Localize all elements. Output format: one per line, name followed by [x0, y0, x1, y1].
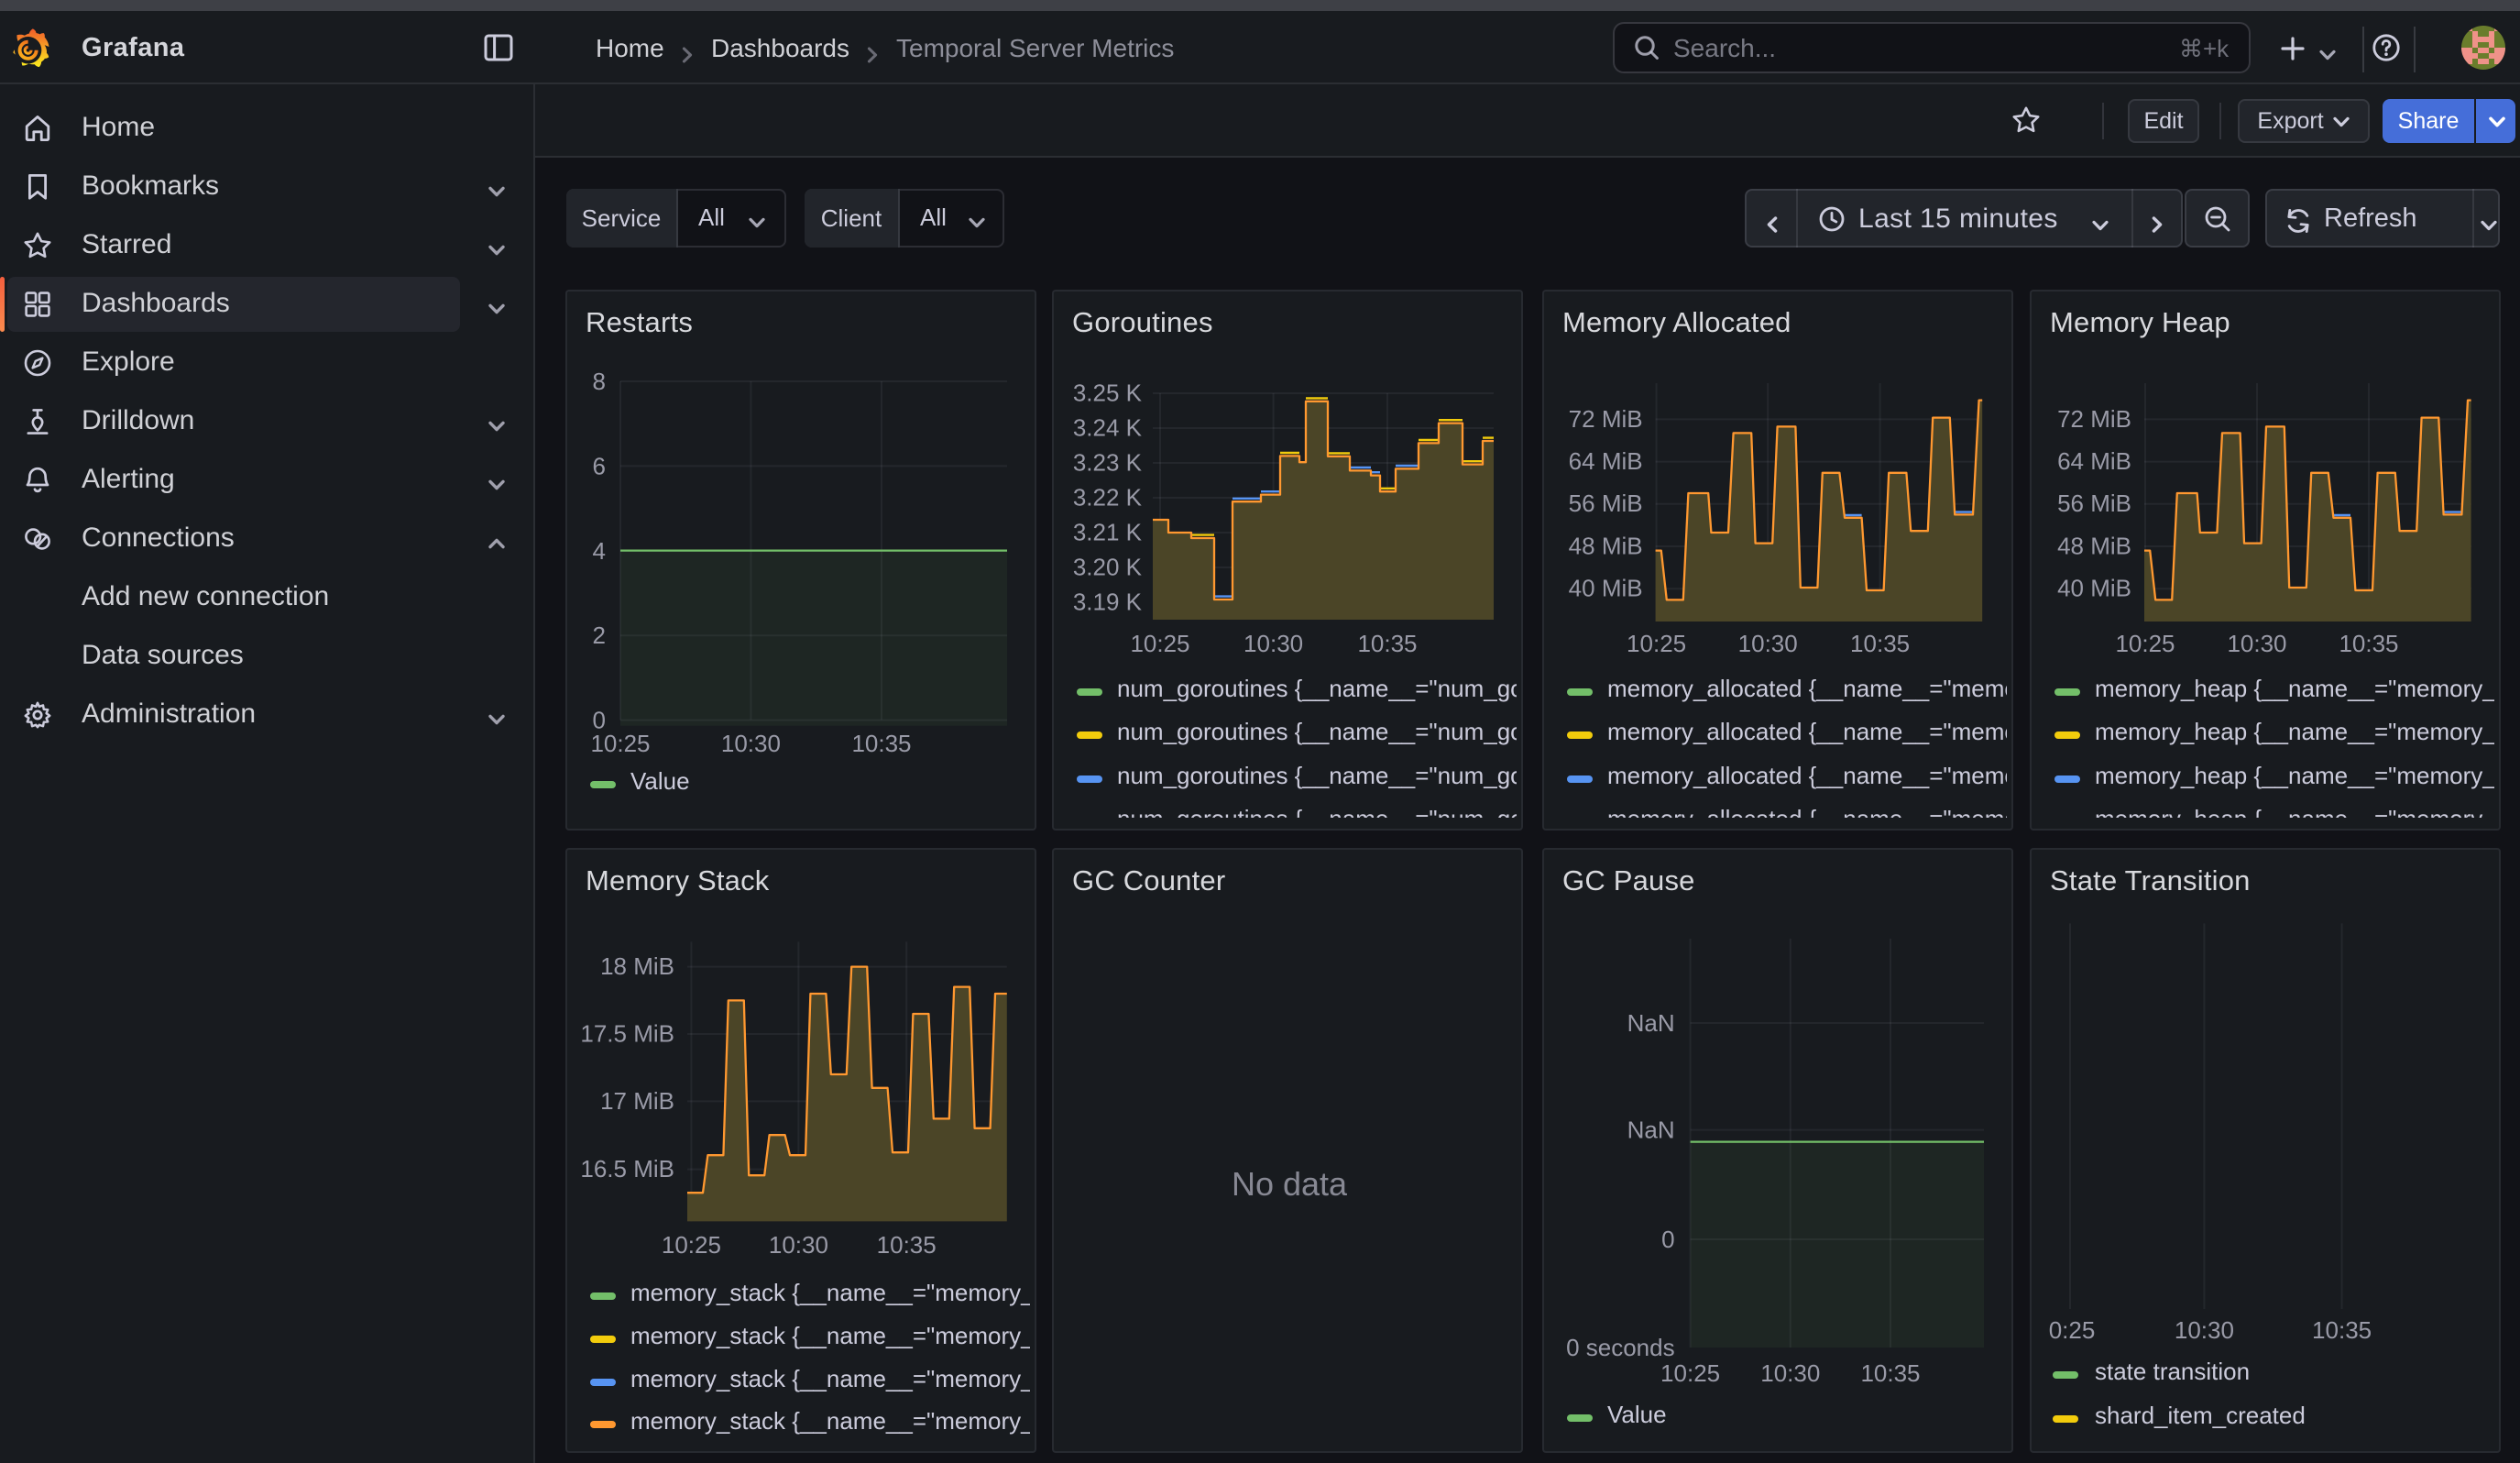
svg-text:17.5 MiB: 17.5 MiB: [580, 1019, 674, 1047]
svg-text:0: 0: [1661, 1226, 1674, 1253]
svg-text:10:35: 10:35: [1860, 1359, 1920, 1387]
svg-text:10:25: 10:25: [662, 1231, 721, 1259]
svg-text:NaN: NaN: [1627, 1009, 1675, 1037]
svg-text:NaN: NaN: [1627, 1116, 1675, 1144]
svg-text:10:35: 10:35: [851, 730, 911, 757]
svg-text:6: 6: [593, 452, 606, 479]
svg-text:4: 4: [593, 537, 606, 565]
svg-text:10:30: 10:30: [2175, 1316, 2234, 1344]
svg-text:0:25: 0:25: [2049, 1316, 2096, 1344]
svg-text:10:30: 10:30: [721, 730, 781, 757]
svg-text:18 MiB: 18 MiB: [600, 952, 674, 980]
svg-text:10:25: 10:25: [590, 730, 650, 757]
svg-text:10:25: 10:25: [1660, 1359, 1720, 1387]
svg-text:16.5 MiB: 16.5 MiB: [580, 1155, 674, 1182]
svg-text:17 MiB: 17 MiB: [600, 1087, 674, 1115]
svg-text:10:30: 10:30: [1760, 1359, 1820, 1387]
svg-text:10:35: 10:35: [2312, 1316, 2372, 1344]
svg-text:10:30: 10:30: [769, 1231, 828, 1259]
svg-text:10:35: 10:35: [877, 1231, 937, 1259]
svg-text:8: 8: [593, 368, 606, 395]
svg-text:2: 2: [593, 622, 606, 649]
svg-text:0 seconds: 0 seconds: [1566, 1334, 1675, 1361]
